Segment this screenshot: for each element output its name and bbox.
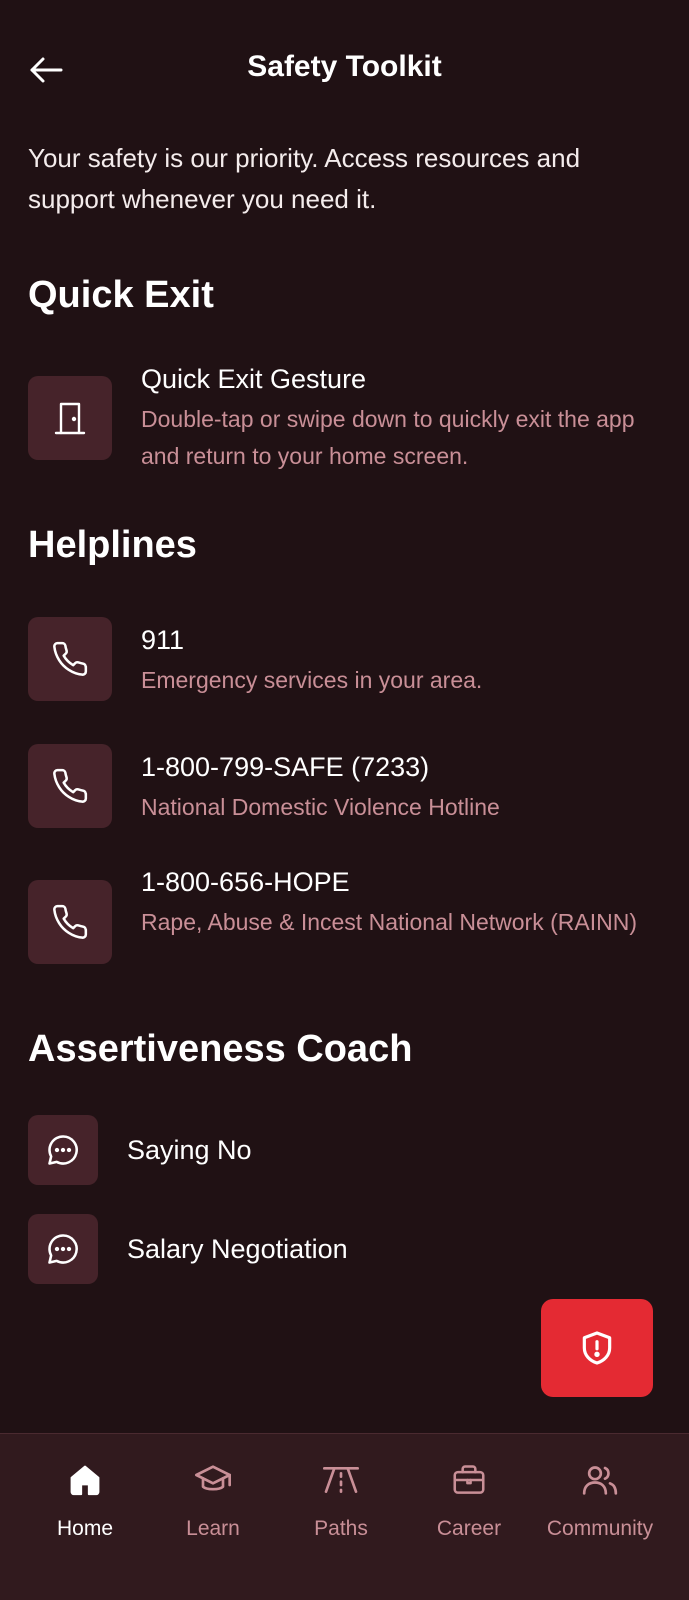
home-icon: [70, 1465, 100, 1496]
quick-exit-description: Double-tap or swipe down to quickly exit…: [141, 406, 635, 469]
chat-bubble-icon: [48, 1234, 78, 1264]
helpline-number: 1-800-799-SAFE (7233): [141, 752, 430, 782]
coach-item-saying-no[interactable]: Saying No: [28, 1115, 668, 1185]
helpline-item[interactable]: 1-800-799-SAFE (7233) National Domestic …: [28, 744, 668, 828]
helpline-number: 911: [141, 625, 185, 655]
helpline-description: National Domestic Violence Hotline: [141, 794, 500, 820]
top-bar: Safety Toolkit: [0, 0, 689, 140]
coach-item-label: Salary Negotiation: [127, 1234, 348, 1264]
helpline-icon-box: [28, 617, 112, 701]
helpline-item[interactable]: 1-800-656-HOPE Rape, Abuse & Incest Nati…: [28, 867, 668, 970]
nav-learn-label: Learn: [186, 1517, 240, 1540]
coach-icon-box: [28, 1115, 98, 1185]
road-icon: [323, 1467, 359, 1493]
nav-paths-label: Paths: [314, 1517, 368, 1540]
quick-exit-heading: Quick Exit: [28, 274, 214, 316]
shield-alert-icon: [582, 1331, 612, 1365]
nav-community[interactable]: Community: [536, 1434, 664, 1600]
phone-icon: [53, 641, 88, 676]
helplines-heading: Helplines: [28, 524, 197, 566]
graduation-cap-icon: [195, 1465, 232, 1491]
assertiveness-coach-heading: Assertiveness Coach: [28, 1028, 413, 1070]
phone-icon: [53, 904, 88, 939]
nav-home[interactable]: Home: [21, 1434, 149, 1600]
coach-item-salary-negotiation[interactable]: Salary Negotiation: [28, 1214, 668, 1284]
bottom-navigation: Home Learn Paths Career Community: [0, 1433, 689, 1600]
quick-exit-gesture-item[interactable]: Quick Exit Gesture Double-tap or swipe d…: [28, 364, 668, 469]
page-title: Safety Toolkit: [247, 50, 442, 83]
helpline-icon-box: [28, 744, 112, 828]
briefcase-icon: [453, 1465, 485, 1494]
door-icon: [54, 402, 86, 435]
coach-item-label: Saying No: [127, 1135, 252, 1165]
quick-exit-title: Quick Exit Gesture: [141, 364, 367, 394]
quick-exit-icon-box: [28, 376, 112, 460]
nav-home-label: Home: [56, 1517, 114, 1540]
coach-icon-box: [28, 1214, 98, 1284]
helpline-description: Rape, Abuse & Incest National Network (R…: [141, 909, 637, 935]
users-icon: [582, 1466, 618, 1495]
chat-bubble-icon: [48, 1135, 78, 1165]
emergency-shield-button[interactable]: [541, 1299, 653, 1397]
safety-toolkit-screen: Safety Toolkit Your safety is our priori…: [0, 0, 689, 1600]
intro-text: Your safety is our priority. Access reso…: [28, 143, 581, 214]
helpline-description: Emergency services in your area.: [141, 667, 483, 693]
phone-icon: [53, 768, 88, 803]
helpline-number: 1-800-656-HOPE: [141, 867, 350, 897]
helpline-item[interactable]: 911 Emergency services in your area.: [28, 617, 668, 701]
nav-career[interactable]: Career: [405, 1434, 533, 1600]
helpline-icon-box: [28, 880, 112, 964]
nav-career-label: Career: [436, 1517, 502, 1540]
nav-paths[interactable]: Paths: [277, 1434, 405, 1600]
nav-community-label: Community: [546, 1517, 654, 1540]
nav-learn[interactable]: Learn: [149, 1434, 277, 1600]
